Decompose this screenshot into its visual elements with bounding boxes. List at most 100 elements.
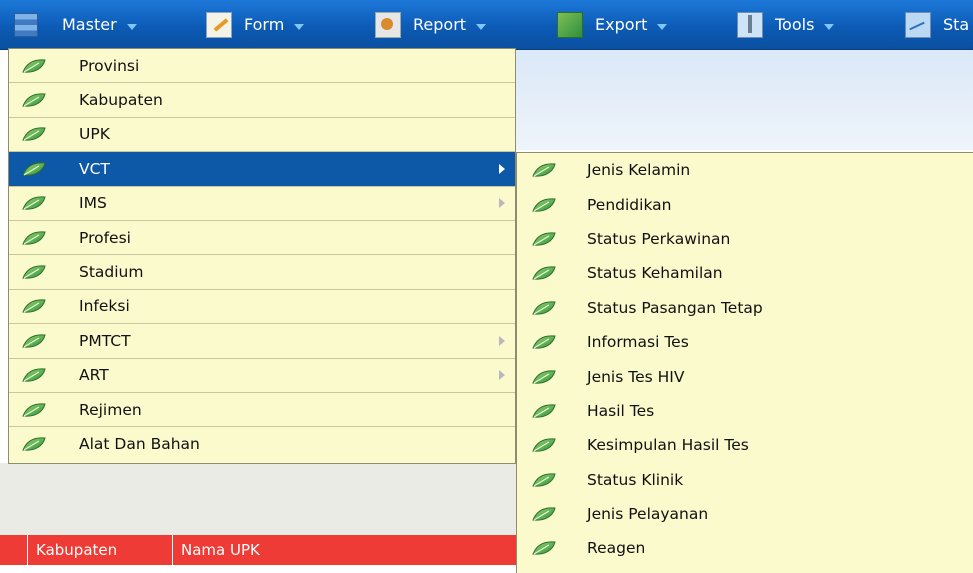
submenu-item-status-kehamilan[interactable]: Status Kehamilan xyxy=(517,256,973,290)
leaf-icon xyxy=(21,230,47,246)
menu-item-label: Status Kehamilan xyxy=(587,264,723,283)
leaf-icon xyxy=(531,403,557,419)
submenu-item-informasi-tes[interactable]: Informasi Tes xyxy=(517,325,973,359)
menu-item-provinsi[interactable]: Provinsi xyxy=(9,49,515,84)
menu-item-label: Profesi xyxy=(79,228,131,247)
menu-form-label: Form xyxy=(244,15,285,34)
chevron-right-icon xyxy=(499,163,505,174)
menu-item-label: Provinsi xyxy=(79,56,140,75)
menu-item-pmtct[interactable]: PMTCT xyxy=(9,324,515,359)
submenu-item-jenis-pelayanan[interactable]: Jenis Pelayanan xyxy=(517,497,973,531)
content-panel xyxy=(0,463,516,535)
leaf-icon xyxy=(21,161,47,177)
master-dropdown-menu: Provinsi Kabupaten UPK VCT IMS Profesi S… xyxy=(8,48,516,464)
menu-item-stadium[interactable]: Stadium xyxy=(9,255,515,290)
leaf-icon xyxy=(21,402,47,418)
leaf-icon xyxy=(531,334,557,350)
menu-item-label: ART xyxy=(79,366,109,385)
leaf-icon xyxy=(531,437,557,453)
leaf-icon xyxy=(531,162,557,178)
menu-item-label: Pendidikan xyxy=(587,195,672,214)
menu-item-label: Informasi Tes xyxy=(587,333,689,352)
submenu-item-jenis-kelamin[interactable]: Jenis Kelamin xyxy=(517,153,973,187)
menu-master-label: Master xyxy=(62,15,117,34)
menu-item-kabupaten[interactable]: Kabupaten xyxy=(9,83,515,118)
chevron-right-icon xyxy=(499,335,505,346)
leaf-icon xyxy=(531,265,557,281)
leaf-icon xyxy=(21,333,47,349)
submenu-item-jenis-tes-hiv[interactable]: Jenis Tes HIV xyxy=(517,359,973,393)
leaf-icon xyxy=(531,369,557,385)
column-header-nama-upk[interactable]: Nama UPK xyxy=(172,535,481,565)
menu-item-label: Hasil Tes xyxy=(587,401,655,420)
menu-item-label: Jenis Kelamin xyxy=(587,161,691,180)
chevron-down-icon xyxy=(824,23,835,30)
leaf-icon xyxy=(531,540,557,556)
menu-item-label: Infeksi xyxy=(79,297,130,316)
menu-item-rejimen[interactable]: Rejimen xyxy=(9,393,515,428)
menu-report[interactable]: Report xyxy=(375,0,487,49)
menu-item-label: Status Klinik xyxy=(587,470,684,489)
leaf-icon xyxy=(531,231,557,247)
menu-item-label: VCT xyxy=(79,159,110,178)
leaf-icon xyxy=(21,195,47,211)
leaf-icon xyxy=(21,436,47,452)
menu-report-label: Report xyxy=(413,15,467,34)
content-header-band xyxy=(516,50,973,150)
submenu-item-status-klinik[interactable]: Status Klinik xyxy=(517,463,973,497)
menu-item-label: PMTCT xyxy=(79,331,131,350)
submenu-item-status-perkawinan[interactable]: Status Perkawinan xyxy=(517,222,973,256)
leaf-icon xyxy=(21,126,47,142)
leaf-icon xyxy=(21,92,47,108)
submenu-item-reagen[interactable]: Reagen xyxy=(517,531,973,565)
menu-tools-label: Tools xyxy=(775,15,815,34)
form-icon xyxy=(206,11,232,38)
menu-item-art[interactable]: ART xyxy=(9,359,515,393)
menu-item-infeksi[interactable]: Infeksi xyxy=(9,290,515,325)
menu-item-label: Stadium xyxy=(79,263,144,282)
chevron-down-icon xyxy=(476,23,487,30)
chevron-right-icon xyxy=(499,198,505,209)
menu-item-label: Status Pasangan Tetap xyxy=(587,298,763,317)
submenu-item-pendidikan[interactable]: Pendidikan xyxy=(517,187,973,221)
menu-item-label: Jenis Tes HIV xyxy=(587,367,685,386)
menu-tools[interactable]: Tools xyxy=(737,0,835,49)
submenu-item-hasil-tes[interactable]: Hasil Tes xyxy=(517,394,973,428)
menu-master[interactable]: Master xyxy=(14,0,137,49)
tools-icon xyxy=(737,11,763,38)
menu-item-label: UPK xyxy=(79,125,110,144)
menu-item-vct[interactable]: VCT xyxy=(9,152,515,187)
menu-item-label: Alat Dan Bahan xyxy=(79,435,200,454)
submenu-item-kesimpulan-hasil-tes[interactable]: Kesimpulan Hasil Tes xyxy=(517,428,973,462)
menubar: Master Form Report Export Tools Sta xyxy=(0,0,973,50)
leaf-icon xyxy=(531,506,557,522)
leaf-icon xyxy=(21,298,47,314)
menu-item-label: Jenis Pelayanan xyxy=(587,505,709,524)
leaf-icon xyxy=(21,264,47,280)
menu-statistic[interactable]: Sta xyxy=(905,0,969,49)
chevron-down-icon xyxy=(126,23,137,30)
menu-item-label: Kesimpulan Hasil Tes xyxy=(587,436,749,455)
chevron-down-icon xyxy=(657,23,668,30)
menu-item-profesi[interactable]: Profesi xyxy=(9,221,515,256)
column-header-kabupaten[interactable]: Kabupaten xyxy=(27,535,176,565)
submenu-item-status-pasangan-tetap[interactable]: Status Pasangan Tetap xyxy=(517,291,973,325)
menu-item-label: Reagen xyxy=(587,539,646,558)
menu-item-label: Rejimen xyxy=(79,400,142,419)
menu-statistic-label: Sta xyxy=(943,15,970,34)
statistic-icon xyxy=(905,11,931,38)
export-icon xyxy=(557,11,583,38)
leaf-icon xyxy=(21,58,47,74)
menu-item-ims[interactable]: IMS xyxy=(9,187,515,221)
vct-submenu: Jenis Kelamin Pendidikan Status Perkawin… xyxy=(516,152,973,573)
menu-export[interactable]: Export xyxy=(557,0,668,49)
table-header: Kabupaten Nama UPK xyxy=(0,535,516,565)
menu-item-alat-dan-bahan[interactable]: Alat Dan Bahan xyxy=(9,427,515,461)
leaf-icon xyxy=(531,472,557,488)
menu-item-label: Kabupaten xyxy=(79,91,163,110)
leaf-icon xyxy=(21,367,47,383)
menu-export-label: Export xyxy=(595,15,648,34)
menu-form[interactable]: Form xyxy=(206,0,305,49)
leaf-icon xyxy=(531,300,557,316)
menu-item-upk[interactable]: UPK xyxy=(9,118,515,153)
